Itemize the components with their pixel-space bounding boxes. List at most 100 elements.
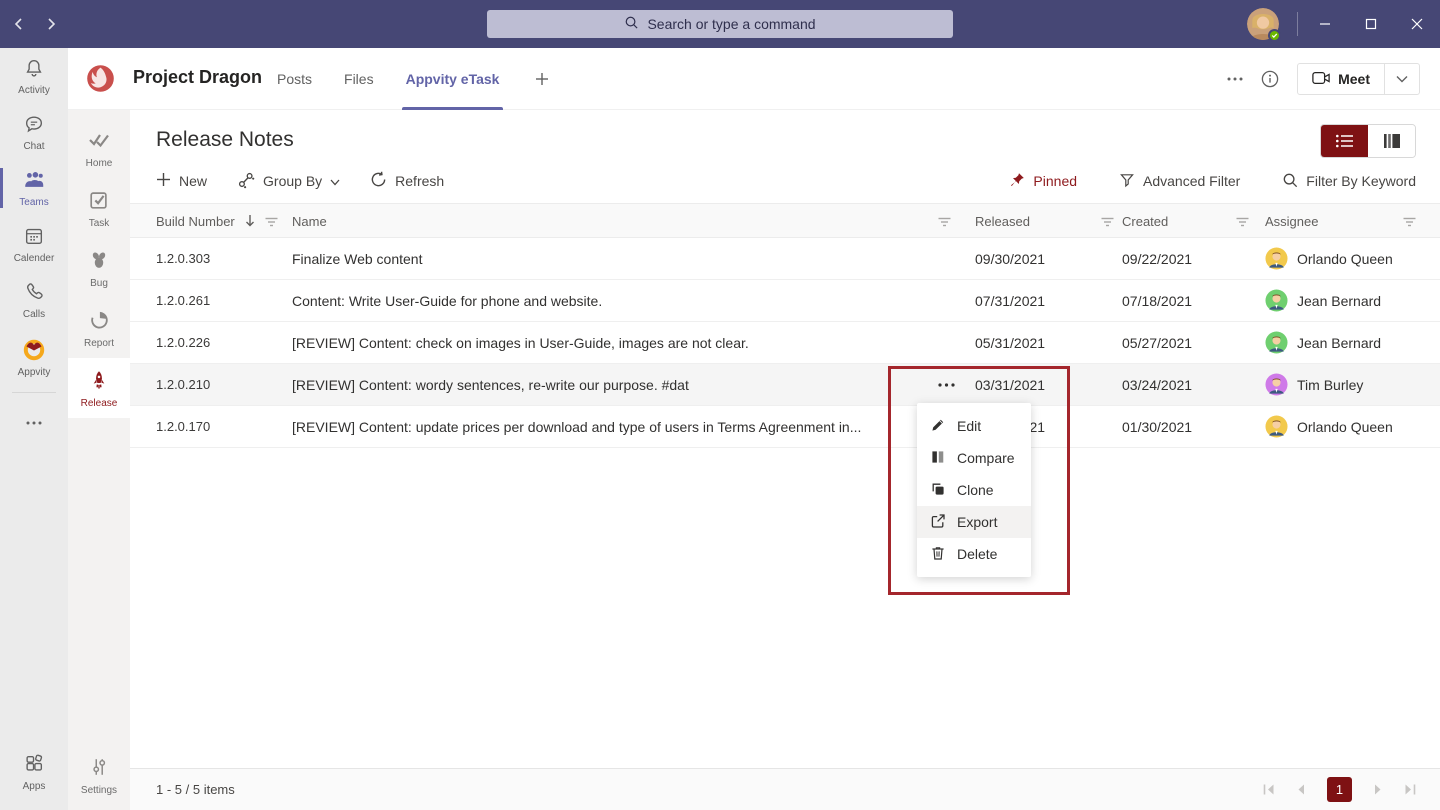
- cell-name: [REVIEW] Content: wordy sentences, re-wr…: [292, 377, 975, 393]
- column-label: Released: [975, 214, 1030, 229]
- column-header-created[interactable]: Created: [1122, 204, 1265, 239]
- column-filter-icon[interactable]: [265, 217, 278, 227]
- module-item-home[interactable]: Home: [68, 118, 130, 178]
- column-filter-icon[interactable]: [1236, 217, 1249, 227]
- team-logo-phoenix-icon: [86, 64, 115, 93]
- table-row[interactable]: 1.2.0.226 [REVIEW] Content: check on ima…: [130, 322, 1440, 364]
- cell-assignee: Jean Bernard: [1265, 331, 1440, 354]
- module-item-task[interactable]: Task: [68, 178, 130, 238]
- column-filter-icon[interactable]: [1403, 217, 1416, 227]
- table-row[interactable]: 1.2.0.170 [REVIEW] Content: update price…: [130, 406, 1440, 448]
- sidebar-item-chat[interactable]: Chat: [0, 104, 68, 160]
- sidebar-item-label: Apps: [23, 781, 46, 792]
- menu-item-clone[interactable]: Clone: [917, 474, 1031, 506]
- cell-assignee: Orlando Queen: [1265, 415, 1440, 438]
- minimize-button[interactable]: [1302, 0, 1348, 48]
- plus-icon: [156, 172, 171, 190]
- column-filter-icon[interactable]: [938, 217, 951, 227]
- last-page-icon[interactable]: [1404, 784, 1416, 795]
- column-header-released[interactable]: Released: [975, 204, 1122, 239]
- column-label: Created: [1122, 214, 1168, 229]
- pinned-filter-button[interactable]: Pinned: [1009, 172, 1077, 191]
- table-header: Build Number Name Released Created Assig…: [130, 203, 1440, 238]
- list-view-button[interactable]: [1321, 125, 1368, 157]
- teams-title-bar: Search or type a command: [0, 0, 1440, 48]
- new-button[interactable]: New: [156, 172, 207, 190]
- module-item-report[interactable]: Report: [68, 298, 130, 358]
- sidebar-item-calls[interactable]: Calls: [0, 272, 68, 328]
- column-filter-icon[interactable]: [1101, 217, 1114, 227]
- channel-more-icon[interactable]: [1227, 77, 1243, 81]
- cell-created: 01/30/2021: [1122, 419, 1265, 435]
- add-tab-icon[interactable]: [535, 72, 549, 86]
- search-placeholder: Search or type a command: [647, 16, 815, 32]
- sidebar-item-apps[interactable]: Apps: [0, 744, 68, 810]
- teams-people-icon: [22, 169, 46, 194]
- advanced-filter-button[interactable]: Advanced Filter: [1119, 172, 1240, 191]
- user-avatar[interactable]: [1247, 8, 1279, 40]
- more-apps-icon[interactable]: [25, 399, 43, 445]
- search-input[interactable]: Search or type a command: [487, 10, 953, 38]
- search-icon: [624, 15, 639, 33]
- view-toggle: [1320, 124, 1416, 158]
- chevron-down-icon: [330, 173, 340, 189]
- app-rail: Activity Chat Teams Calender Calls Appvi…: [0, 48, 68, 810]
- cell-assignee: Jean Bernard: [1265, 289, 1440, 312]
- first-page-icon[interactable]: [1263, 784, 1275, 795]
- back-icon[interactable]: [12, 17, 26, 31]
- table-row-active[interactable]: 1.2.0.210 [REVIEW] Content: wordy senten…: [130, 364, 1440, 406]
- delete-trash-icon: [930, 545, 946, 564]
- close-button[interactable]: [1394, 0, 1440, 48]
- menu-item-edit[interactable]: Edit: [917, 410, 1031, 442]
- module-item-release[interactable]: Release: [68, 358, 130, 418]
- column-header-name[interactable]: Name: [292, 204, 975, 239]
- cell-build-number: 1.2.0.261: [156, 293, 292, 308]
- camera-icon: [1312, 71, 1330, 88]
- sidebar-item-activity[interactable]: Activity: [0, 48, 68, 104]
- table-row[interactable]: 1.2.0.303 Finalize Web content 09/30/202…: [130, 238, 1440, 280]
- export-icon: [930, 513, 946, 532]
- row-more-options-button[interactable]: [928, 364, 964, 406]
- filter-by-keyword-button[interactable]: Filter By Keyword: [1282, 172, 1416, 191]
- module-item-label: Settings: [81, 785, 117, 796]
- page-toolbar: New Group By Refresh Pinned Advanced Fil…: [156, 166, 1416, 196]
- column-header-build-number[interactable]: Build Number: [156, 204, 292, 239]
- info-icon[interactable]: [1261, 70, 1279, 88]
- maximize-button[interactable]: [1348, 0, 1394, 48]
- assignee-avatar: [1265, 331, 1288, 354]
- home-doublecheck-icon: [87, 129, 111, 154]
- board-view-button[interactable]: [1368, 125, 1415, 157]
- menu-item-label: Export: [957, 514, 997, 530]
- menu-item-delete[interactable]: Delete: [917, 538, 1031, 570]
- column-label: Name: [292, 214, 327, 229]
- cell-build-number: 1.2.0.226: [156, 335, 292, 350]
- prev-page-icon[interactable]: [1297, 784, 1305, 795]
- forward-icon[interactable]: [44, 17, 58, 31]
- sidebar-item-appvity[interactable]: Appvity: [0, 328, 68, 386]
- menu-item-compare[interactable]: Compare: [917, 442, 1031, 474]
- meet-button[interactable]: Meet: [1298, 71, 1384, 88]
- module-item-bug[interactable]: Bug: [68, 238, 130, 298]
- next-page-icon[interactable]: [1374, 784, 1382, 795]
- menu-item-label: Clone: [957, 482, 994, 498]
- funnel-icon: [1119, 172, 1135, 191]
- group-by-button[interactable]: Group By: [237, 171, 340, 192]
- current-page-button[interactable]: 1: [1327, 777, 1352, 802]
- refresh-button[interactable]: Refresh: [370, 171, 444, 191]
- meet-dropdown-button[interactable]: [1385, 75, 1419, 83]
- report-pie-icon: [88, 309, 110, 334]
- tab-posts[interactable]: Posts: [277, 48, 312, 110]
- tab-appvity-etask[interactable]: Appvity eTask: [406, 48, 500, 110]
- sidebar-item-calender[interactable]: Calender: [0, 216, 68, 272]
- sidebar-item-teams[interactable]: Teams: [0, 160, 68, 216]
- release-rocket-icon: [88, 369, 110, 394]
- module-item-label: Home: [86, 158, 113, 169]
- tab-files[interactable]: Files: [344, 48, 374, 110]
- column-label: Assignee: [1265, 214, 1318, 229]
- menu-item-export[interactable]: Export: [917, 506, 1031, 538]
- assignee-name: Tim Burley: [1297, 377, 1363, 393]
- sort-descending-icon: [245, 214, 255, 230]
- table-row[interactable]: 1.2.0.261 Content: Write User-Guide for …: [130, 280, 1440, 322]
- module-item-settings[interactable]: Settings: [68, 745, 130, 810]
- column-header-assignee[interactable]: Assignee: [1265, 204, 1440, 239]
